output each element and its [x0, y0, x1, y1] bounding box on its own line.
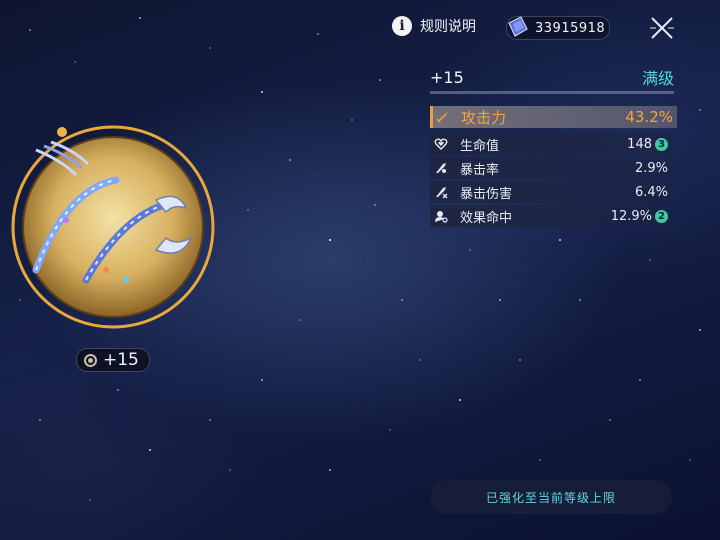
sub-stat-name: 生命值 — [460, 138, 500, 154]
currency-amount: 33915918 — [535, 20, 606, 36]
sub-stat-value: 2.9% — [634, 160, 668, 176]
sub-stat-name: 效果命中 — [460, 210, 513, 226]
max-level-label: 满级 — [641, 69, 674, 88]
crit-damage-icon — [434, 185, 448, 199]
level-divider — [430, 91, 674, 94]
main-stat-row: 攻击力 43.2% — [430, 106, 677, 128]
item-level-text: +15 — [103, 350, 139, 370]
sub-stat-row: 效果命中 12.9% 2 — [430, 205, 674, 227]
main-stat-value: 43.2% — [625, 108, 673, 126]
sub-stat-value-group: 148 3 — [627, 137, 668, 152]
upgrade-count-badge: 2 — [655, 209, 668, 223]
max-enhance-status: 已强化至当前等级上限 — [430, 480, 672, 514]
sub-stat-row: 暴击伤害 6.4% — [430, 181, 674, 203]
crystal-icon — [508, 16, 528, 37]
main-stat-name: 攻击力 — [461, 108, 507, 127]
rules-label: 规则说明 — [420, 19, 476, 35]
sub-stat-value: 12.9% — [610, 208, 652, 224]
heart-icon — [434, 137, 448, 151]
sub-stat-value-group: 12.9% 2 — [611, 209, 668, 224]
close-icon[interactable] — [648, 14, 676, 42]
sub-stat-value-group: 6.4% — [635, 185, 668, 200]
effect-hit-icon — [434, 209, 448, 223]
sword-icon — [435, 110, 449, 124]
sub-stat-name: 暴击伤害 — [460, 186, 513, 202]
sub-stat-row: 暴击率 2.9% — [430, 157, 674, 179]
info-icon: i — [392, 16, 412, 36]
current-level: +15 — [430, 67, 464, 87]
crit-rate-icon — [434, 161, 448, 175]
sub-stat-value: 6.4% — [634, 184, 668, 200]
sub-stat-name: 暴击率 — [460, 162, 500, 178]
upgrade-count-badge: 3 — [655, 137, 668, 151]
equipment-item-image — [11, 125, 215, 329]
item-level-badge: +15 — [76, 348, 150, 372]
level-ring-icon — [84, 353, 97, 367]
status-text: 已强化至当前等级上限 — [485, 490, 616, 505]
sub-stat-value: 148 — [627, 136, 652, 152]
currency-display: 33915918 — [506, 16, 610, 40]
level-header: +15 满级 — [430, 66, 674, 89]
sub-stat-row: 生命值 148 3 — [430, 133, 674, 155]
sub-stat-value-group: 2.9% — [635, 161, 668, 176]
rules-button[interactable]: i 规则说明 — [392, 16, 476, 36]
